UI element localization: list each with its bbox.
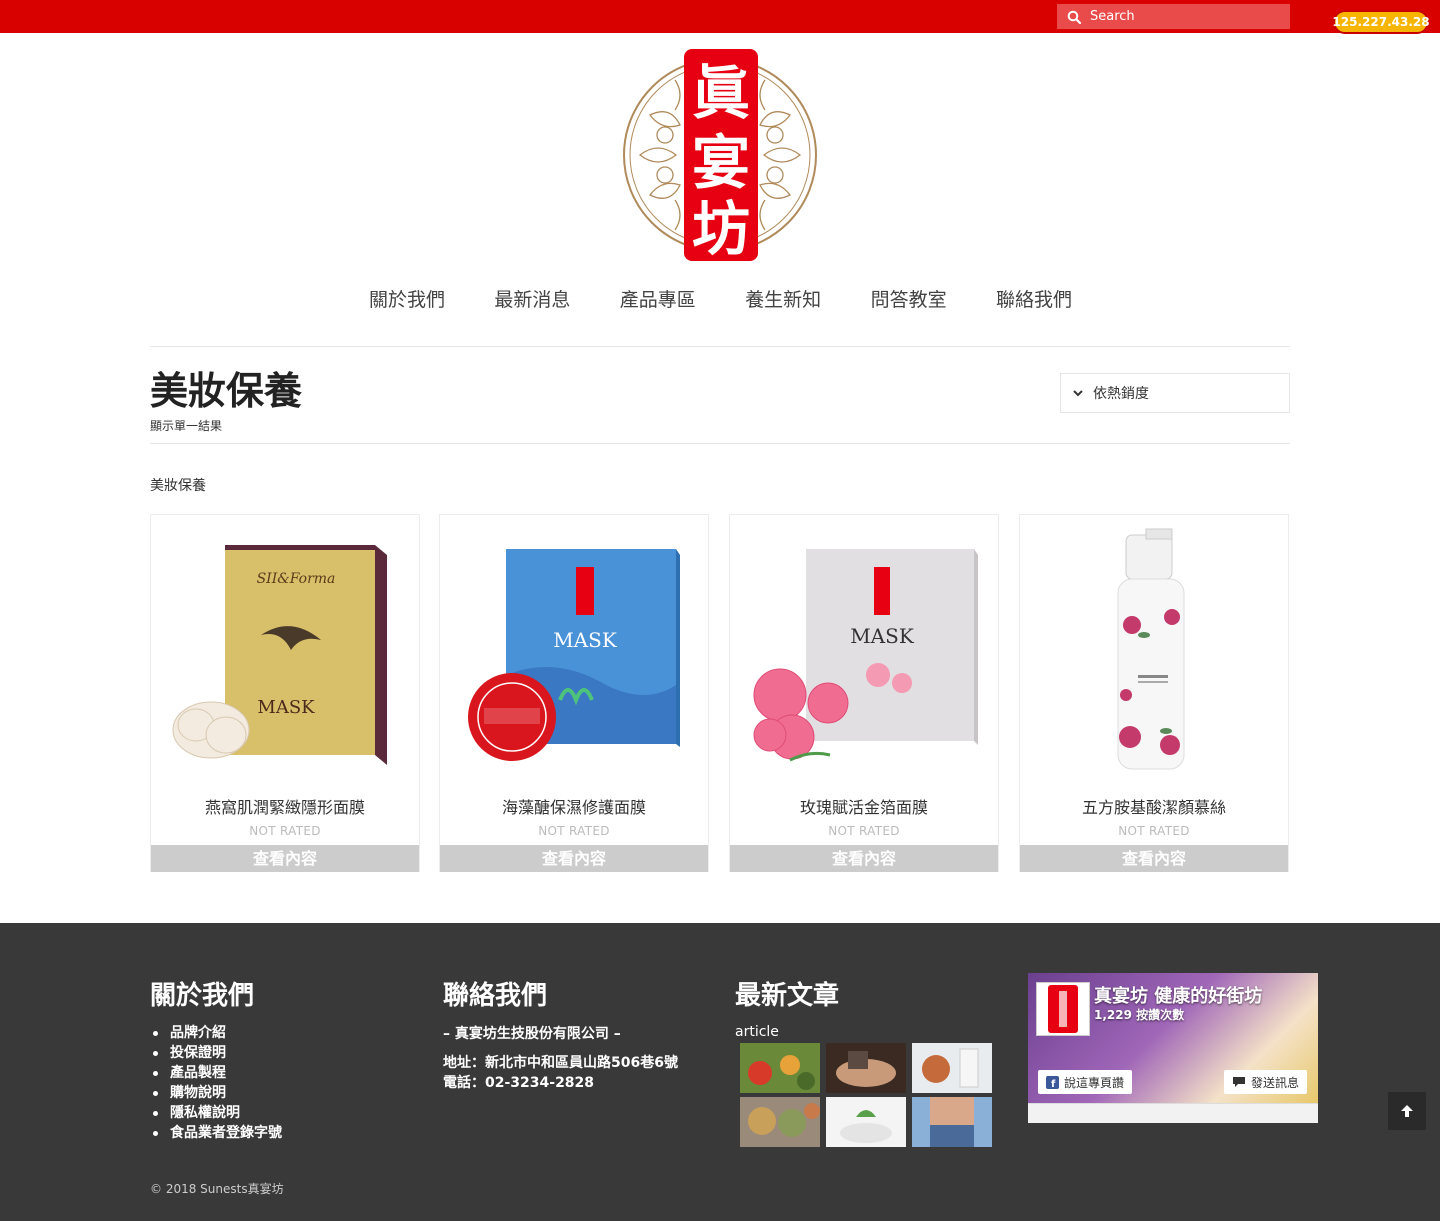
product-image[interactable]: SII&Forma MASK [151,525,419,783]
article-thumbnail[interactable] [740,1043,820,1093]
facebook-likes: 1,229 按讚次數 [1094,1008,1185,1022]
footer-link-brand[interactable]: 品牌介紹 [150,1023,282,1043]
search-icon [1067,10,1081,24]
product-image[interactable]: MASK [730,525,998,783]
sort-dropdown[interactable]: 依熱銷度 [1060,373,1290,413]
product-card[interactable]: 五方胺基酸潔顏慕絲 NOT RATED 查看內容 [1019,514,1289,872]
logo-char-2: 宴 [692,129,750,197]
footer-articles-title: 最新文章 [735,981,840,1011]
sort-selected-label: 依熱銷度 [1093,386,1149,402]
product-rating: NOT RATED [828,824,900,838]
view-details-button[interactable]: 查看內容 [440,845,708,872]
facebook-feed-strip [1028,1103,1318,1123]
footer-company: – 真宴坊生技股份有限公司 – [443,1026,621,1042]
nav-health[interactable]: 養生新知 [724,285,842,312]
product-rating: NOT RATED [249,824,321,838]
nav-news[interactable]: 最新消息 [473,285,591,312]
nav-faq[interactable]: 問答教室 [850,285,968,312]
nav-products[interactable]: 產品專區 [599,285,717,312]
product-box-text: MASK [850,624,915,648]
product-rating: NOT RATED [1118,824,1190,838]
footer-link-registration[interactable]: 食品業者登錄字號 [150,1123,282,1143]
product-card[interactable]: SII&Forma MASK 燕窩肌潤緊緻隱形面膜 NOT RATED 查看內容 [150,514,420,872]
site-logo[interactable]: 眞 宴 坊 [620,45,820,263]
logo-char-3: 坊 [692,195,750,263]
footer-about-links: 品牌介紹 投保證明 產品製程 購物說明 隱私權說明 食品業者登錄字號 [150,1023,282,1143]
product-box-text: MASK [553,628,618,652]
category-label: 美妝保養 [150,478,206,494]
facebook-avatar[interactable] [1036,982,1090,1036]
footer-about-title: 關於我們 [150,981,255,1011]
main-nav: 關於我們 最新消息 產品專區 養生新知 問答教室 聯絡我們 [348,285,1093,312]
ip-badge: 125.227.43.28 [1332,10,1430,34]
article-thumbnails [740,1043,992,1149]
product-rating: NOT RATED [538,824,610,838]
facebook-icon: f [1046,1075,1059,1089]
top-bar [0,0,1440,33]
article-thumbnail[interactable] [740,1097,820,1147]
footer-article-label: article [735,1024,779,1040]
footer-address-block: 地址：新北市中和區員山路506巷6號 電話：02-3234-2828 [443,1053,678,1093]
product-image[interactable] [1020,525,1288,783]
product-name[interactable]: 燕窩肌潤緊緻隱形面膜 [151,794,419,818]
product-box-text: MASK [257,697,315,718]
product-image[interactable]: MASK [440,525,708,783]
footer-link-process[interactable]: 產品製程 [150,1063,282,1083]
view-details-button[interactable]: 查看內容 [151,845,419,872]
facebook-page-name[interactable]: 真宴坊 健康的好街坊 [1094,982,1262,1008]
product-name[interactable]: 海藻醣保濕修護面膜 [440,794,708,818]
article-thumbnail[interactable] [826,1097,906,1147]
chevron-down-icon [1073,390,1083,397]
svg-text:f: f [1051,1079,1056,1089]
divider [150,346,1290,347]
footer-link-privacy[interactable]: 隱私權說明 [150,1103,282,1123]
page-title: 美妝保養 [150,368,303,413]
footer-phone: 電話：02-3234-2828 [443,1075,595,1091]
divider [150,443,1290,444]
footer-link-shopping[interactable]: 購物說明 [150,1083,282,1103]
facebook-page-widget[interactable]: 真宴坊 健康的好街坊 1,229 按讚次數 f 說這專頁讚 發送訊息 [1028,973,1318,1123]
logo-char-1: 眞 [692,59,750,127]
arrow-up-icon [1401,1105,1413,1117]
facebook-like-button[interactable]: f 說這專頁讚 [1038,1070,1133,1094]
footer-contact-title: 聯絡我們 [443,981,548,1011]
logo-emblem: 眞 宴 坊 [623,49,817,263]
search-box[interactable] [1057,4,1290,29]
back-to-top-button[interactable] [1388,1092,1426,1130]
result-count: 顯示單一結果 [150,419,223,433]
facebook-like-label: 說這專頁讚 [1064,1075,1125,1090]
product-card[interactable]: MASK 玫瑰賦活金箔面膜 NOT RATED 查看內容 [729,514,999,872]
product-name[interactable]: 五方胺基酸潔顏慕絲 [1020,794,1288,818]
message-icon [1233,1077,1245,1087]
product-name[interactable]: 玫瑰賦活金箔面膜 [730,794,998,818]
nav-contact[interactable]: 聯絡我們 [975,285,1093,312]
product-grid: SII&Forma MASK 燕窩肌潤緊緻隱形面膜 NOT RATED 查看內容… [150,514,1290,874]
view-details-button[interactable]: 查看內容 [1020,845,1288,872]
facebook-message-label: 發送訊息 [1251,1075,1300,1090]
nav-about[interactable]: 關於我們 [348,285,466,312]
view-details-button[interactable]: 查看內容 [730,845,998,872]
search-input[interactable] [1090,9,1270,24]
product-card[interactable]: MASK 海藻醣保濕修護面膜 NOT RATED 查看內容 [439,514,709,872]
facebook-message-button[interactable]: 發送訊息 [1224,1070,1308,1094]
footer-address: 地址：新北市中和區員山路506巷6號 [443,1055,678,1071]
copyright: © 2018 Sunests真宴坊 [150,1182,284,1196]
article-thumbnail[interactable] [912,1097,992,1147]
article-thumbnail[interactable] [912,1043,992,1093]
site-footer: 關於我們 品牌介紹 投保證明 產品製程 購物說明 隱私權說明 食品業者登錄字號 … [0,923,1440,1221]
svg-text:SII&Forma: SII&Forma [257,571,336,587]
footer-link-insurance[interactable]: 投保證明 [150,1043,282,1063]
article-thumbnail[interactable] [826,1043,906,1093]
